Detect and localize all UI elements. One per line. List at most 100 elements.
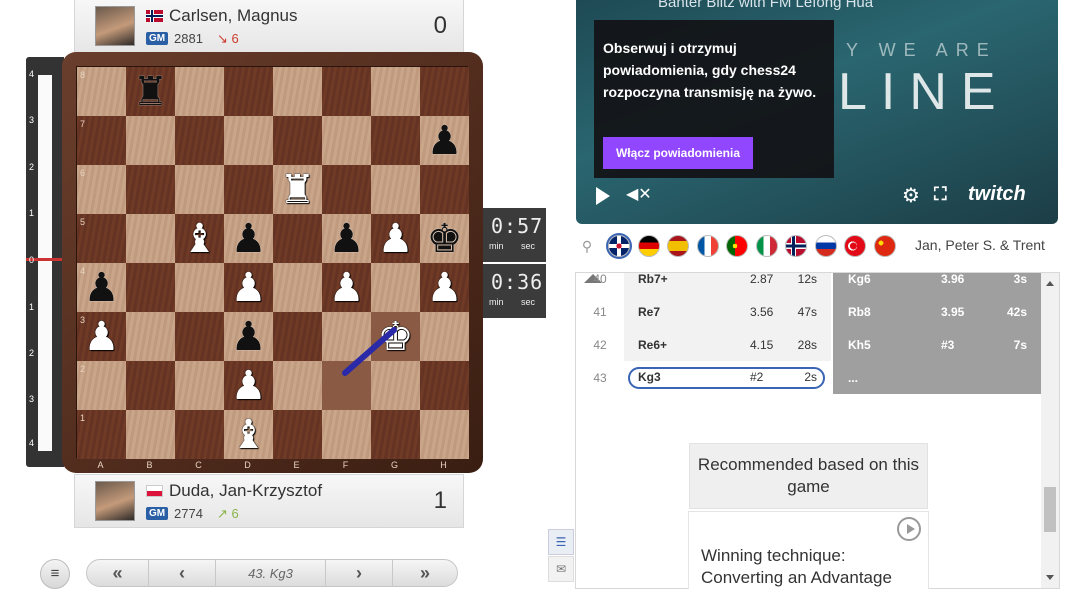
square-g4[interactable] [371, 263, 420, 312]
recommended-video-card[interactable]: Winning technique: Converting an Advanta… [688, 511, 929, 589]
white-pawn-icon[interactable]: ♟ [84, 317, 120, 357]
norwegian-flag-icon[interactable] [785, 235, 807, 257]
top-player-name[interactable]: Carlsen, Magnus [169, 6, 298, 26]
square-b4[interactable] [126, 263, 175, 312]
square-b8[interactable]: ♜ [126, 67, 175, 116]
square-h4[interactable]: ♟ [420, 263, 469, 312]
square-g2[interactable] [371, 361, 420, 410]
square-b3[interactable] [126, 312, 175, 361]
previous-move-button[interactable]: ‹ [149, 559, 216, 587]
video-title[interactable]: Banter Blitz with FM Lefong Hua [658, 0, 873, 11]
black-move-cell[interactable]: Kg6 3.96 3s [833, 273, 1041, 295]
chat-tab-icon[interactable]: ✉ [548, 556, 574, 582]
square-f6[interactable] [322, 165, 371, 214]
square-a6[interactable]: 6 [77, 165, 126, 214]
square-d7[interactable] [224, 116, 273, 165]
square-f5[interactable]: ♟ [322, 214, 371, 263]
square-d8[interactable] [224, 67, 273, 116]
next-move-button[interactable]: › [326, 559, 393, 587]
gear-icon[interactable]: ⚙ [902, 183, 920, 208]
italian-flag-icon[interactable] [755, 235, 778, 257]
square-e2[interactable] [273, 361, 322, 410]
square-e5[interactable] [273, 214, 322, 263]
white-move-cell[interactable]: Kg3 #2 2s [624, 361, 831, 394]
move-list-scrollbar[interactable] [1041, 273, 1059, 588]
white-pawn-icon[interactable]: ♟ [427, 268, 463, 308]
black-pawn-icon[interactable]: ♟ [427, 121, 463, 161]
white-king-icon[interactable]: ♚ [378, 317, 414, 357]
square-g3[interactable]: ♚ [371, 312, 420, 361]
black-pawn-icon[interactable]: ♟ [84, 268, 120, 308]
white-move-cell[interactable]: Rb7+ 2.87 12s [624, 273, 831, 295]
square-f7[interactable] [322, 116, 371, 165]
square-f1[interactable] [322, 410, 371, 459]
square-a2[interactable]: 2 [77, 361, 126, 410]
square-h3[interactable] [420, 312, 469, 361]
square-g8[interactable] [371, 67, 420, 116]
white-pawn-icon[interactable]: ♟ [378, 219, 414, 259]
moves-list-tab-icon[interactable]: ☰ [548, 529, 574, 555]
white-bishop-icon[interactable]: ♝ [182, 219, 218, 259]
square-d6[interactable] [224, 165, 273, 214]
square-c3[interactable] [175, 312, 224, 361]
square-f4[interactable]: ♟ [322, 263, 371, 312]
square-h1[interactable] [420, 410, 469, 459]
first-move-button[interactable]: « [87, 559, 149, 587]
square-c5[interactable]: ♝ [175, 214, 224, 263]
square-d2[interactable]: ♟ [224, 361, 273, 410]
square-e6[interactable]: ♜ [273, 165, 322, 214]
square-a1[interactable]: 1 [77, 410, 126, 459]
square-e3[interactable] [273, 312, 322, 361]
square-h2[interactable] [420, 361, 469, 410]
scrollbar-thumb[interactable] [1044, 487, 1056, 532]
square-c7[interactable] [175, 116, 224, 165]
square-c8[interactable] [175, 67, 224, 116]
menu-icon[interactable]: ≡ [40, 559, 70, 589]
square-f8[interactable] [322, 67, 371, 116]
portuguese-flag-icon[interactable] [726, 235, 748, 257]
square-b5[interactable] [126, 214, 175, 263]
scroll-down-icon[interactable] [1046, 575, 1054, 580]
square-h8[interactable] [420, 67, 469, 116]
square-g6[interactable] [371, 165, 420, 214]
square-c4[interactable] [175, 263, 224, 312]
french-flag-icon[interactable] [696, 235, 719, 257]
white-move-cell[interactable]: Re6+ 4.15 28s [624, 328, 831, 361]
square-a5[interactable]: 5 [77, 214, 126, 263]
square-f2[interactable] [322, 361, 371, 410]
black-rook-icon[interactable]: ♜ [133, 72, 169, 112]
fullscreen-icon[interactable]: ⛶ [934, 184, 947, 205]
square-h6[interactable] [420, 165, 469, 214]
last-move-button[interactable]: » [393, 559, 457, 587]
white-rook-icon[interactable]: ♜ [280, 170, 316, 210]
square-e4[interactable] [273, 263, 322, 312]
square-b7[interactable] [126, 116, 175, 165]
square-a3[interactable]: 3 ♟ [77, 312, 126, 361]
mute-icon[interactable]: ◀✕ [626, 184, 652, 204]
square-c1[interactable] [175, 410, 224, 459]
square-e8[interactable] [273, 67, 322, 116]
white-move-cell[interactable]: Re7 3.56 47s [624, 295, 831, 328]
square-e1[interactable] [273, 410, 322, 459]
enable-notifications-button[interactable]: Włącz powiadomienia [603, 137, 753, 169]
black-king-icon[interactable]: ♚ [427, 219, 463, 259]
square-f3[interactable] [322, 312, 371, 361]
square-c6[interactable] [175, 165, 224, 214]
telescope-icon[interactable]: ⚲ [576, 238, 598, 255]
square-g1[interactable] [371, 410, 420, 459]
black-move-cell[interactable]: ... [833, 361, 1041, 394]
square-d5[interactable]: ♟ [224, 214, 273, 263]
white-pawn-icon[interactable]: ♟ [231, 366, 267, 406]
square-b6[interactable] [126, 165, 175, 214]
turkish-flag-icon[interactable] [844, 235, 866, 257]
spanish-flag-icon[interactable] [667, 235, 689, 257]
german-flag-icon[interactable] [637, 235, 660, 257]
scroll-up-icon[interactable] [1046, 281, 1054, 286]
square-d4[interactable]: ♟ [224, 263, 273, 312]
black-pawn-icon[interactable]: ♟ [231, 219, 267, 259]
white-pawn-icon[interactable]: ♟ [329, 268, 365, 308]
square-c2[interactable] [175, 361, 224, 410]
square-e7[interactable] [273, 116, 322, 165]
square-b1[interactable] [126, 410, 175, 459]
english-flag-icon[interactable] [608, 235, 630, 257]
